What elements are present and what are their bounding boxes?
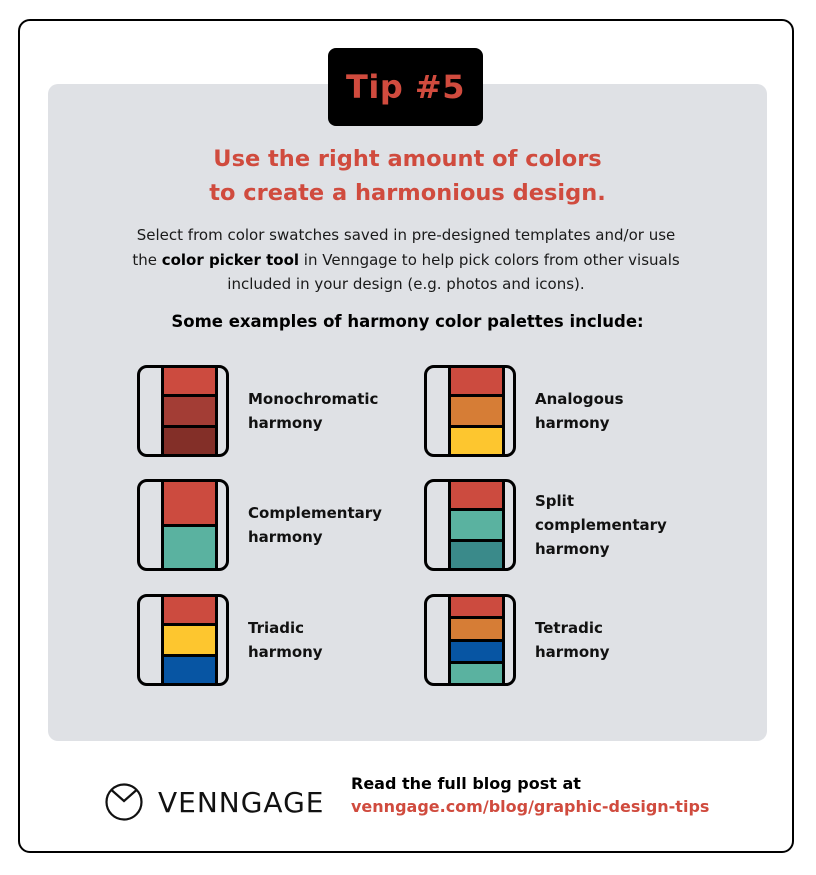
palette-item-analogous: Analogous harmony [424, 365, 695, 457]
color-swatch [451, 394, 502, 425]
tip-badge: Tip #5 [328, 48, 483, 126]
tetradic-swatch-icon [424, 594, 516, 686]
footer-cta: Read the full blog post at venngage.com/… [351, 772, 709, 818]
palette-label-line: harmony [248, 528, 323, 546]
complementary-swatch-icon [137, 479, 229, 571]
headline: Use the right amount of colors to create… [48, 142, 767, 210]
color-swatch [164, 597, 215, 624]
palette-label-line: Analogous [535, 390, 624, 408]
color-swatch [451, 615, 502, 639]
color-swatch [164, 523, 215, 568]
color-picker-tool-emphasis: color picker tool [161, 250, 300, 269]
color-swatch [164, 653, 215, 683]
swatch-column [448, 597, 505, 683]
swatch-column [161, 597, 218, 683]
headline-line-1: Use the right amount of colors [213, 146, 602, 172]
palette-label-line: Triadic [248, 619, 305, 637]
split-complementary-swatch-icon [424, 479, 516, 571]
color-swatch [164, 394, 215, 425]
palette-item-complementary: Complementary harmony [137, 479, 408, 571]
description-line-1: Select from color swatches saved in pre-… [136, 226, 676, 244]
palette-label-line: Split [535, 492, 574, 510]
color-swatch [451, 424, 502, 454]
color-swatch [164, 368, 215, 395]
palettes-subheading: Some examples of harmony color palettes … [171, 312, 644, 331]
color-swatch [451, 508, 502, 539]
venngage-logo-text: VENNGAGE [158, 785, 325, 819]
triadic-swatch-icon [137, 594, 229, 686]
monochromatic-swatch-icon [137, 365, 229, 457]
palette-label-line: harmony [535, 414, 610, 432]
color-swatch [451, 597, 502, 616]
description-text: in Venngage to help pick colors from oth… [299, 250, 680, 269]
palette-item-monochromatic: Monochromatic harmony [137, 365, 408, 457]
color-swatch [164, 424, 215, 454]
palette-label: Triadic harmony [248, 616, 408, 664]
headline-line-2: to create a harmonious design. [209, 180, 606, 206]
palette-label-line: Monochromatic [248, 390, 379, 408]
color-swatch [164, 623, 215, 654]
venngage-logo-icon [105, 783, 143, 821]
blog-link[interactable]: venngage.com/blog/graphic-design-tips [351, 795, 709, 818]
color-swatch [451, 368, 502, 395]
palette-label: Complementary harmony [248, 501, 408, 549]
palette-label-line: harmony [248, 643, 323, 661]
swatch-column [448, 368, 505, 454]
description-line-2: the color picker tool in Venngage to hel… [100, 248, 712, 273]
palette-label: Tetradic harmony [535, 616, 695, 664]
palette-label-line: Tetradic [535, 619, 603, 637]
palette-label-line: Complementary [248, 504, 382, 522]
swatch-column [161, 368, 218, 454]
color-swatch [451, 638, 502, 662]
palette-label: Analogous harmony [535, 387, 695, 435]
color-swatch [451, 661, 502, 683]
color-swatch [451, 538, 502, 568]
palette-label-line: harmony [535, 643, 610, 661]
palette-label: Split complementary harmony [535, 489, 695, 561]
description-line-3: included in your design (e.g. photos and… [227, 275, 585, 293]
palette-label-line: harmony [248, 414, 323, 432]
cta-text: Read the full blog post at [351, 774, 581, 793]
swatch-column [161, 482, 218, 568]
color-swatch [164, 482, 215, 524]
palette-item-split-complementary: Split complementary harmony [424, 479, 695, 571]
description-text: the [132, 250, 162, 269]
palette-item-triadic: Triadic harmony [137, 594, 408, 686]
analogous-swatch-icon [424, 365, 516, 457]
palette-label-line: complementary [535, 516, 667, 534]
palette-label-line: harmony [535, 540, 610, 558]
description: Select from color swatches saved in pre-… [100, 223, 712, 297]
palette-item-tetradic: Tetradic harmony [424, 594, 695, 686]
palette-label: Monochromatic harmony [248, 387, 408, 435]
venngage-logo[interactable]: VENNGAGE [104, 782, 324, 822]
color-swatch [451, 482, 502, 509]
swatch-column [448, 482, 505, 568]
